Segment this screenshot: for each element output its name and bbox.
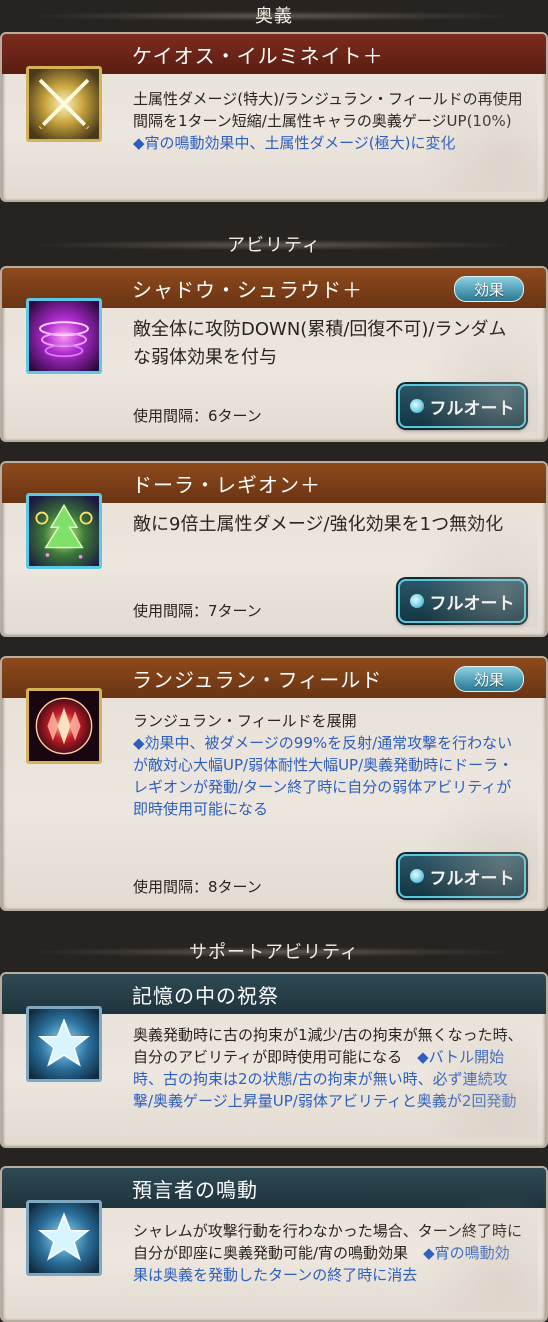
section-header-support: サポートアビリティ — [0, 936, 548, 966]
full-auto-label: フルオート — [429, 593, 515, 614]
ability-description: 敵に9倍土属性ダメージ/強化効果を1つ無効化 — [133, 514, 504, 535]
green-tree-icon — [26, 493, 102, 569]
ability-desc-main: ランジュラン・フィールドを展開 — [133, 712, 357, 730]
ability-cooldown: 使用間隔：7ターン — [133, 602, 262, 620]
ability-description: ランジュラン・フィールドを展開 ◆効果中、被ダメージの99%を反射/通常攻撃を行… — [133, 710, 524, 820]
ability-description: 敵全体に攻防DOWN(累積/回復不可)/ランダムな弱体効果を付与 — [133, 319, 507, 368]
section-header-ability: アビリティ — [0, 229, 548, 259]
ougi-desc-main: 土属性ダメージ(特大)/ランジュラン・フィールドの再使用間隔を1ターン短縮/土属… — [133, 90, 523, 130]
effect-badge[interactable]: 効果 — [454, 666, 524, 692]
full-auto-button[interactable]: フルオート — [398, 579, 526, 623]
support-card-festival[interactable]: 記憶の中の祝祭 奥義発動時に古の拘束が1減少/古の拘束が無くなった時、自分のアビ… — [0, 972, 548, 1148]
section-header-ougi: 奥義 — [0, 0, 548, 30]
toggle-indicator-icon — [409, 869, 424, 883]
full-auto-label: フルオート — [429, 398, 515, 419]
star-icon — [26, 1006, 102, 1082]
full-auto-button[interactable]: フルオート — [398, 854, 526, 898]
ability-card-shadow-shroud[interactable]: シャドウ・シュラウド＋ 効果 敵全体に攻防DOWN(累積/回復不可)/ランダムな… — [0, 266, 548, 442]
ability-card-dora-legion[interactable]: ドーラ・レギオン＋ 敵に9倍土属性ダメージ/強化効果を1つ無効化 使用間隔：7タ… — [0, 461, 548, 637]
ougi-description: 土属性ダメージ(特大)/ランジュラン・フィールドの再使用間隔を1ターン短縮/土属… — [133, 88, 524, 154]
toggle-indicator-icon — [409, 594, 424, 608]
effect-badge[interactable]: 効果 — [454, 276, 524, 302]
support-description: 奥義発動時に古の拘束が1減少/古の拘束が無くなった時、自分のアビリティが即時使用… — [133, 1024, 524, 1112]
support-card-prophet[interactable]: 預言者の鳴動 シャレムが攻撃行動を行わなかった場合、ターン終了時に自分が即座に奥… — [0, 1166, 548, 1322]
support-description: シャレムが攻撃行動を行わなかった場合、ターン終了時に自分が即座に奥義発動可能/宵… — [133, 1220, 524, 1286]
ability-desc-highlight: ◆効果中、被ダメージの99%を反射/通常攻撃を行わないが敵対心大幅UP/弱体耐性… — [133, 734, 514, 818]
full-auto-label: フルオート — [429, 868, 515, 889]
red-crystal-icon — [26, 688, 102, 764]
toggle-indicator-icon — [409, 399, 424, 413]
ougi-desc-highlight: ◆宵の鳴動効果中、土属性ダメージ(極大)に変化 — [133, 134, 456, 152]
ability-card-rangjuran-field[interactable]: ランジュラン・フィールド 効果 ランジュラン・フィールドを展開 ◆効果中、被ダメ… — [0, 656, 548, 911]
purple-vortex-icon — [26, 298, 102, 374]
ougi-card[interactable]: ケイオス・イルミネイト＋ 土属性ダメージ(特大)/ランジュラン・フィールドの再使… — [0, 32, 548, 202]
section-title: 奥義 — [255, 6, 293, 27]
section-title: アビリティ — [227, 235, 321, 256]
ability-cooldown: 使用間隔：6ターン — [133, 407, 262, 425]
section-title: サポートアビリティ — [189, 942, 359, 963]
crossed-swords-icon — [26, 66, 102, 142]
star-icon — [26, 1200, 102, 1276]
full-auto-button[interactable]: フルオート — [398, 384, 526, 428]
ability-cooldown: 使用間隔：8ターン — [133, 878, 262, 896]
